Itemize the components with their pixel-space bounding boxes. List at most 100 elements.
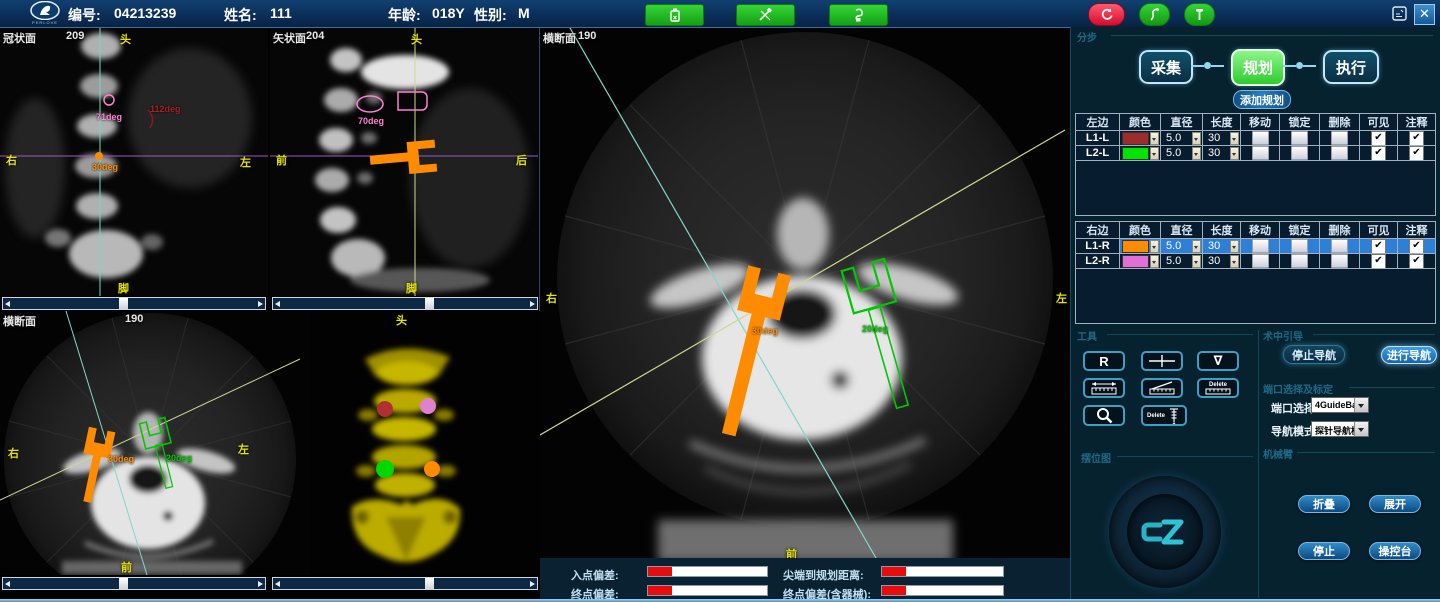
diameter-spinner[interactable] [1192, 147, 1201, 160]
step-collect-button[interactable]: 采集 [1139, 50, 1193, 84]
scroll-right-arrow[interactable] [256, 298, 265, 309]
screw-name[interactable]: L2-L [1076, 146, 1120, 161]
stop-navigation-button[interactable]: 停止导航 [1283, 345, 1345, 364]
console-button[interactable]: 操控台 [1369, 542, 1421, 560]
length-spinner[interactable] [1230, 240, 1239, 253]
lock-button[interactable] [1291, 131, 1308, 145]
length-spinner[interactable] [1230, 147, 1239, 160]
length-spinner[interactable] [1230, 255, 1239, 268]
note-checkbox[interactable]: ✔ [1409, 239, 1424, 254]
color-swatch[interactable] [1122, 132, 1149, 145]
color-spinner[interactable] [1150, 240, 1159, 253]
delete-button[interactable] [1331, 239, 1348, 253]
needle-calibration-button[interactable] [736, 4, 795, 26]
unfold-arm-button[interactable]: 展开 [1369, 495, 1421, 513]
delete-ruler-button[interactable]: Delete [1197, 378, 1239, 398]
zoom-button[interactable] [1083, 405, 1125, 426]
length-spinner[interactable] [1230, 132, 1239, 145]
scrollbar-thumb[interactable] [119, 578, 128, 589]
delete-button[interactable] [1331, 254, 1348, 268]
lock-button[interactable] [1291, 146, 1308, 160]
spine-3d-model-view[interactable]: 头 [310, 311, 540, 575]
port-select-dropdown[interactable]: 4GuideBar [1311, 397, 1369, 413]
scroll-right-arrow[interactable] [256, 578, 265, 589]
scrollbar-track[interactable] [12, 298, 256, 309]
coronal-slice-scrollbar[interactable] [2, 297, 266, 310]
dropdown-arrow-icon[interactable] [1354, 422, 1368, 436]
delete-screw-button[interactable]: Delete [1141, 405, 1187, 426]
scrollbar-thumb[interactable] [425, 578, 434, 589]
scrollbar-thumb[interactable] [425, 298, 434, 309]
table-row-selected[interactable]: L1-R 5.0 30 ✔ ✔ [1076, 239, 1435, 254]
diameter-spinner[interactable] [1192, 132, 1201, 145]
model-rotation-scrollbar[interactable] [272, 577, 538, 590]
table-row[interactable]: L2-L 5.0 30 ✔ ✔ [1076, 146, 1435, 161]
add-plan-button[interactable]: 添加规划 [1233, 90, 1291, 109]
scroll-left-arrow[interactable] [3, 578, 12, 589]
color-swatch[interactable] [1122, 255, 1149, 268]
axial-large-view[interactable]: 横断面 190 右 左 前 30deg 20deg [540, 28, 1070, 558]
dropdown-arrow-icon[interactable] [1354, 398, 1368, 412]
move-button[interactable] [1252, 146, 1269, 160]
crosshair-button[interactable] [1141, 351, 1183, 371]
lock-button[interactable] [1291, 254, 1308, 268]
sagittal-slice-scrollbar[interactable] [272, 297, 538, 310]
step-execute-button[interactable]: 执行 [1323, 50, 1379, 84]
color-swatch[interactable] [1122, 147, 1149, 160]
fold-arm-button[interactable]: 折叠 [1298, 495, 1350, 513]
reset-view-button[interactable]: R [1083, 351, 1125, 371]
restore-window-button[interactable] [1391, 5, 1408, 22]
stop-arm-button[interactable]: 停止 [1298, 542, 1350, 560]
table-row[interactable]: L2-R 5.0 30 ✔ ✔ [1076, 254, 1435, 269]
scroll-right-arrow[interactable] [528, 578, 537, 589]
scrollbar-track[interactable] [12, 578, 256, 589]
scrollbar-track[interactable] [282, 578, 528, 589]
color-spinner[interactable] [1150, 147, 1159, 160]
robot-control-knob[interactable] [1109, 476, 1221, 588]
scroll-left-arrow[interactable] [3, 298, 12, 309]
note-checkbox[interactable]: ✔ [1409, 146, 1424, 161]
visible-checkbox[interactable]: ✔ [1371, 239, 1386, 254]
color-swatch[interactable] [1122, 240, 1149, 253]
start-navigation-button[interactable]: 进行导航 [1381, 346, 1437, 364]
note-checkbox[interactable]: ✔ [1409, 131, 1424, 146]
sagittal-view[interactable]: 矢状面 204 头 前 后 脚 70deg [270, 28, 538, 296]
drill-button[interactable] [1184, 3, 1215, 26]
screw-name[interactable]: L1-L [1076, 131, 1120, 146]
angle-ruler-button[interactable] [1141, 378, 1183, 398]
color-spinner[interactable] [1150, 255, 1159, 268]
coronal-view[interactable]: 冠状面 209 头 右 左 脚 71deg 112deg 30deg [0, 28, 268, 296]
scroll-left-arrow[interactable] [273, 298, 282, 309]
axial-small-view[interactable]: 横断面 190 右 左 前 30deg 20deg [0, 311, 310, 575]
axial-slice-scrollbar[interactable] [2, 577, 266, 590]
ruler-button[interactable] [1083, 378, 1125, 398]
visible-checkbox[interactable]: ✔ [1371, 131, 1386, 146]
diameter-spinner[interactable] [1192, 255, 1201, 268]
implant-tool-button[interactable] [829, 4, 888, 26]
color-spinner[interactable] [1150, 132, 1159, 145]
table-row[interactable]: L1-L 5.0 30 ✔ ✔ [1076, 131, 1435, 146]
move-button[interactable] [1252, 239, 1269, 253]
pointer-button[interactable]: ∇ [1197, 351, 1239, 371]
visible-checkbox[interactable]: ✔ [1371, 254, 1386, 269]
scrollbar-track[interactable] [282, 298, 528, 309]
move-button[interactable] [1252, 254, 1269, 268]
step-plan-button[interactable]: 规划 [1231, 49, 1285, 86]
patient-registration-button[interactable] [645, 4, 704, 26]
delete-button[interactable] [1331, 131, 1348, 145]
delete-button[interactable] [1331, 146, 1348, 160]
diameter-spinner[interactable] [1192, 240, 1201, 253]
undo-button[interactable] [1088, 3, 1125, 26]
probe-button[interactable] [1139, 3, 1170, 26]
scroll-right-arrow[interactable] [528, 298, 537, 309]
nav-mode-dropdown[interactable]: 探针导航模式 [1311, 421, 1369, 437]
move-button[interactable] [1252, 131, 1269, 145]
screw-name[interactable]: L1-R [1076, 239, 1120, 254]
screw-name[interactable]: L2-R [1076, 254, 1120, 269]
close-button[interactable]: ✕ [1414, 4, 1435, 25]
scroll-left-arrow[interactable] [273, 578, 282, 589]
scrollbar-thumb[interactable] [119, 298, 128, 309]
visible-checkbox[interactable]: ✔ [1371, 146, 1386, 161]
note-checkbox[interactable]: ✔ [1409, 254, 1424, 269]
lock-button[interactable] [1291, 239, 1308, 253]
